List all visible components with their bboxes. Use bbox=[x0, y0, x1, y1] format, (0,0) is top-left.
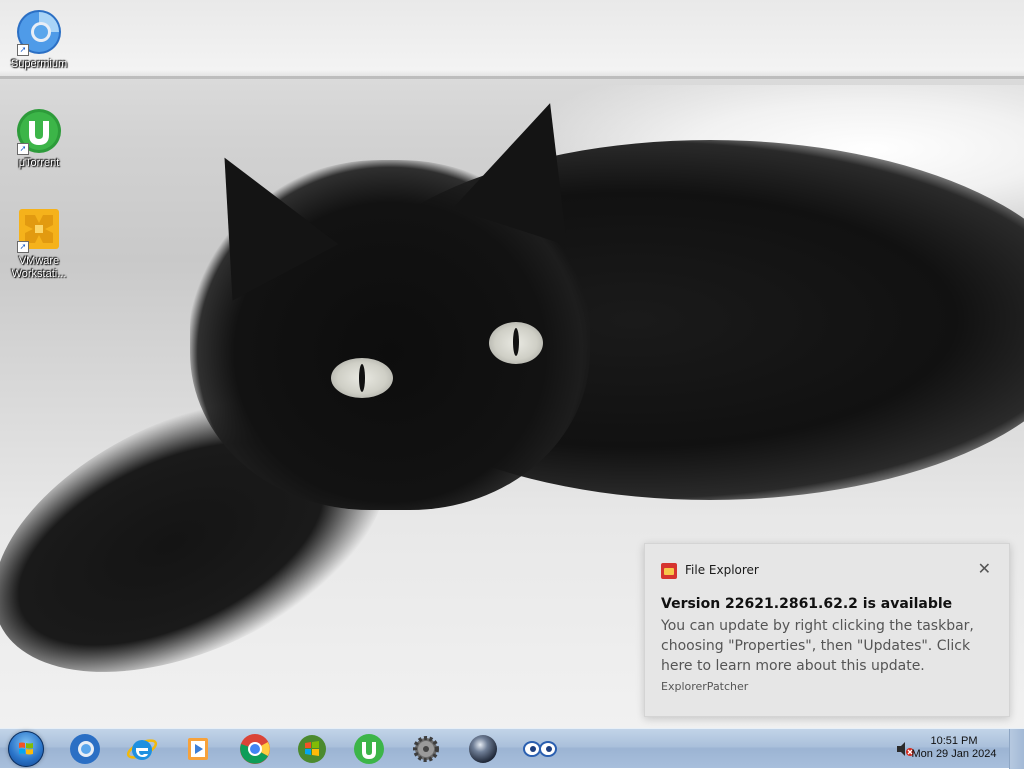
windows-logo-icon bbox=[19, 742, 33, 755]
utorrent-icon: ➚ bbox=[15, 107, 63, 155]
desktop: ➚ Supermium ➚ μTorrent ➚ VMware Workstat… bbox=[0, 0, 1024, 728]
desktop-icon-supermium[interactable]: ➚ Supermium bbox=[1, 8, 77, 71]
taskbar-internet-explorer[interactable] bbox=[120, 731, 164, 767]
toast-source: ExplorerPatcher bbox=[661, 680, 749, 693]
taskbar: 10:51 PM Mon 29 Jan 2024 bbox=[0, 728, 1024, 769]
file-explorer-icon bbox=[661, 563, 677, 579]
wallpaper-window-frame bbox=[0, 76, 1024, 79]
desktop-icon-utorrent[interactable]: ➚ μTorrent bbox=[1, 107, 77, 170]
start-button[interactable] bbox=[8, 731, 44, 767]
taskbar-clock[interactable]: 10:51 PM Mon 29 Jan 2024 bbox=[904, 735, 1004, 761]
taskbar-chrome[interactable] bbox=[233, 731, 277, 767]
settings-gear-icon bbox=[413, 736, 439, 762]
vmware-icon: ➚ bbox=[15, 205, 63, 253]
system-tray: 10:51 PM Mon 29 Jan 2024 bbox=[864, 729, 1024, 769]
desktop-icon-label: μTorrent bbox=[18, 157, 60, 169]
taskbar-eyes[interactable] bbox=[518, 731, 562, 767]
taskbar-utorrent[interactable] bbox=[347, 731, 391, 767]
eyes-icon bbox=[523, 741, 557, 757]
internet-explorer-icon bbox=[126, 739, 158, 760]
toast-app-name: File Explorer bbox=[685, 563, 759, 577]
clock-date: Mon 29 Jan 2024 bbox=[911, 748, 997, 760]
update-notification-toast[interactable]: File Explorer ✕ Version 22621.2861.62.2 … bbox=[644, 543, 1010, 717]
taskbar-supermium[interactable] bbox=[63, 731, 107, 767]
toast-title: Version 22621.2861.62.2 is available bbox=[661, 596, 953, 612]
windows-update-icon bbox=[298, 735, 326, 763]
taskbar-marble[interactable] bbox=[461, 731, 505, 767]
taskbar-settings[interactable] bbox=[404, 731, 448, 767]
windows-media-player-icon bbox=[188, 738, 208, 760]
utorrent-icon bbox=[354, 734, 384, 764]
desktop-icon-vmware[interactable]: ➚ VMware Workstati... bbox=[1, 205, 77, 281]
marble-orb-icon bbox=[469, 735, 497, 763]
desktop-icon-label: Supermium bbox=[10, 58, 68, 70]
show-desktop-button[interactable] bbox=[1009, 729, 1024, 769]
clock-time: 10:51 PM bbox=[930, 735, 978, 747]
chrome-icon bbox=[240, 734, 270, 764]
supermium-icon: ➚ bbox=[15, 8, 63, 56]
close-icon[interactable]: ✕ bbox=[978, 559, 991, 578]
wallpaper-cat-eye-right bbox=[489, 322, 543, 364]
supermium-icon bbox=[70, 734, 100, 764]
toast-body-link[interactable]: You can update by right clicking the tas… bbox=[661, 616, 997, 676]
desktop-icon-label: VMware Workstati... bbox=[11, 255, 67, 280]
wallpaper-cat-eye-left bbox=[331, 358, 393, 398]
taskbar-media-player[interactable] bbox=[176, 731, 220, 767]
taskbar-windows-update[interactable] bbox=[290, 731, 334, 767]
